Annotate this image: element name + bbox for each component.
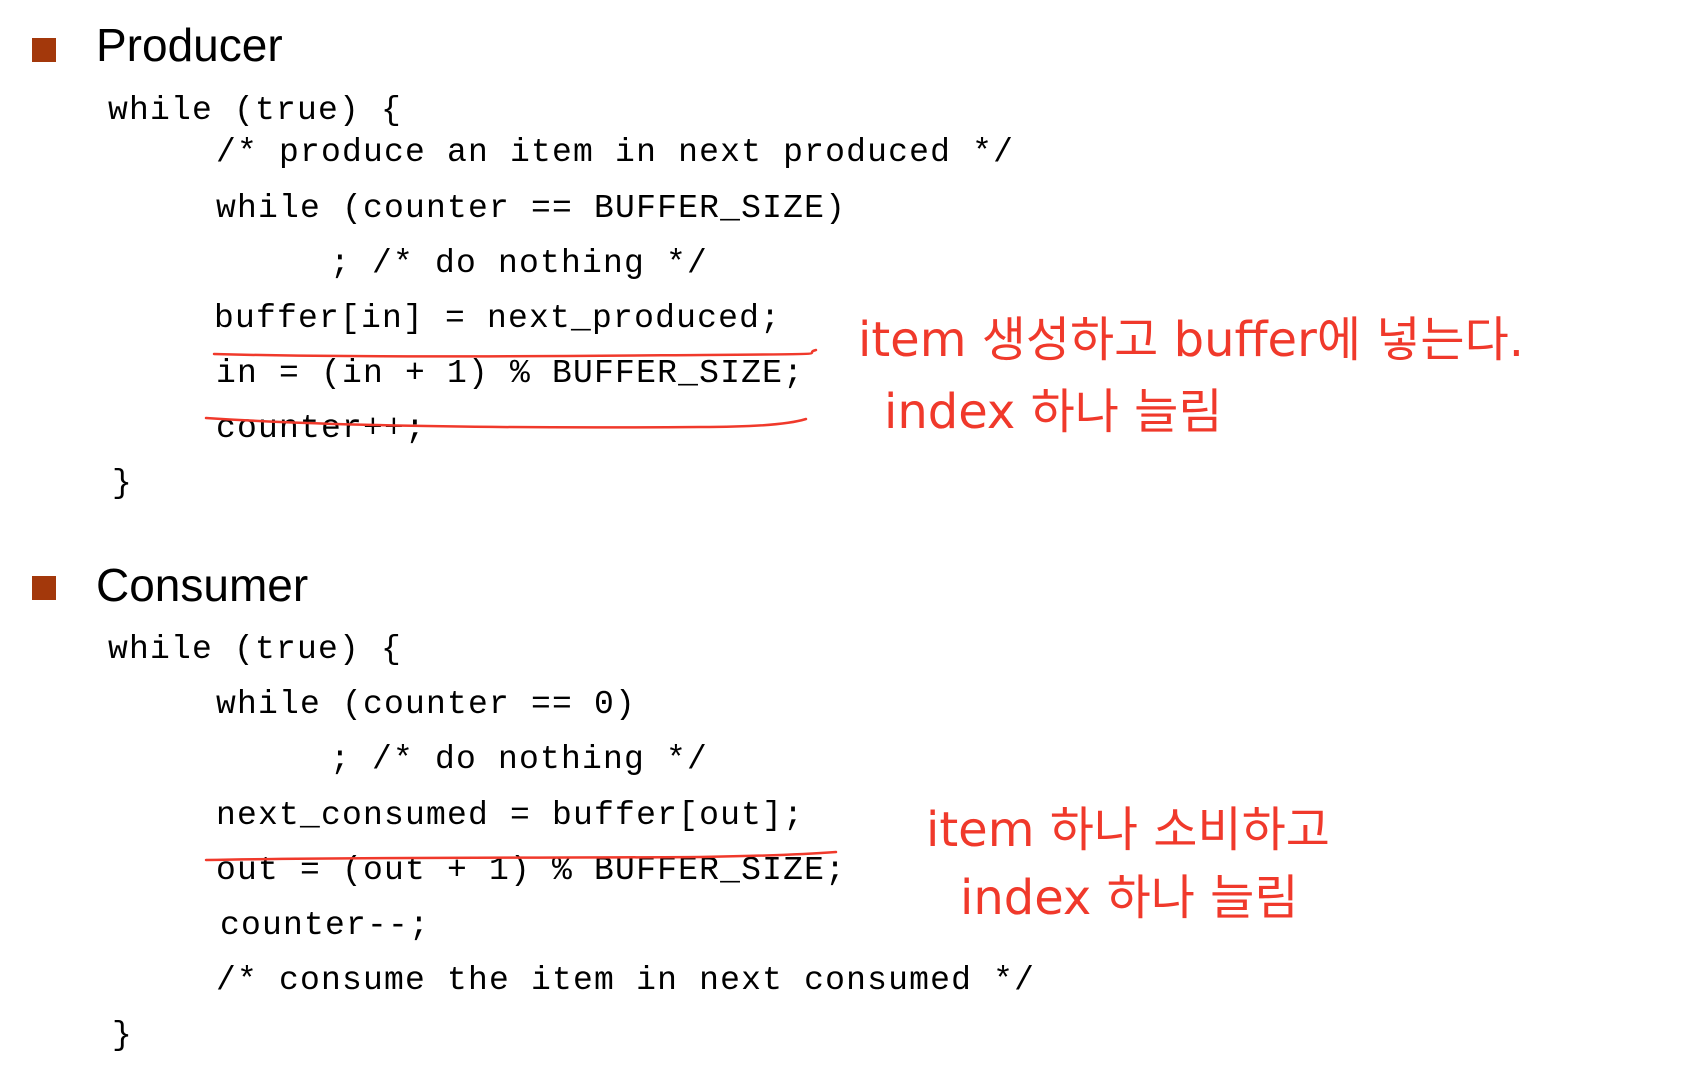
producer-code-line-7: counter++;: [216, 410, 426, 447]
consumer-code-line-3: ; /* do nothing */: [330, 741, 708, 778]
producer-annotation-1: item 생성하고 buffer에 넣는다.: [858, 300, 1524, 370]
producer-code-line-3: while (counter == BUFFER_SIZE): [216, 190, 846, 227]
producer-code-line-5: buffer[in] = next_produced;: [214, 300, 781, 337]
producer-code-line-6: in = (in + 1) % BUFFER_SIZE;: [216, 355, 804, 392]
consumer-heading: Consumer: [96, 558, 308, 612]
consumer-code-line-4: next_consumed = buffer[out];: [216, 797, 804, 834]
producer-code-line-1: while (true) {: [108, 92, 402, 129]
producer-bullet-icon: [32, 38, 56, 62]
producer-code-line-2: /* produce an item in next produced */: [216, 134, 1014, 171]
consumer-code-line-5: out = (out + 1) % BUFFER_SIZE;: [216, 852, 846, 889]
consumer-bullet-icon: [32, 576, 56, 600]
producer-annotation-2: index 하나 늘림: [884, 372, 1222, 442]
consumer-code-line-7: /* consume the item in next consumed */: [216, 962, 1035, 999]
producer-heading: Producer: [96, 18, 283, 72]
producer-code-line-8: }: [112, 465, 133, 502]
consumer-annotation-2: index 하나 늘림: [960, 858, 1298, 928]
consumer-code-line-8: }: [112, 1017, 133, 1054]
consumer-code-line-2: while (counter == 0): [216, 686, 636, 723]
consumer-code-line-1: while (true) {: [108, 631, 402, 668]
consumer-annotation-1: item 하나 소비하고: [926, 790, 1330, 860]
consumer-code-line-6: counter--;: [220, 907, 430, 944]
producer-code-line-4: ; /* do nothing */: [330, 245, 708, 282]
